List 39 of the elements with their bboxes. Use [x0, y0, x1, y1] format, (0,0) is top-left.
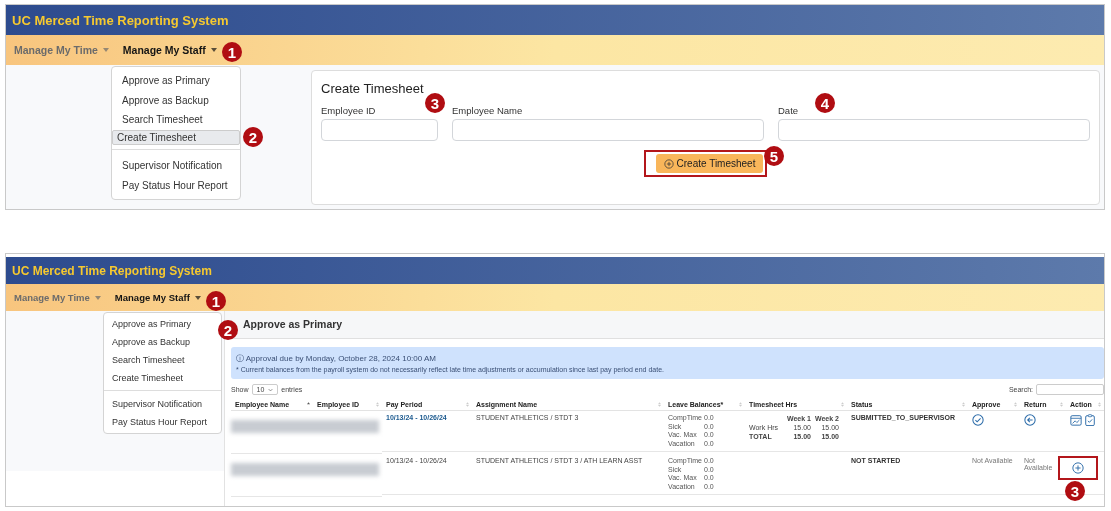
- menu-item[interactable]: Create Timesheet: [112, 129, 240, 145]
- menu-item[interactable]: Approve as Primary: [112, 71, 240, 91]
- due-notice: ⓘ Approval due by Monday, October 28, 2024 10:00 AM: [236, 353, 437, 364]
- chart-icon[interactable]: [1070, 414, 1082, 426]
- input-field[interactable]: [321, 119, 438, 141]
- clipboard-check-icon[interactable]: [1084, 414, 1096, 426]
- plus-circle-icon[interactable]: [1072, 462, 1084, 474]
- form-title: Create Timesheet: [321, 81, 425, 96]
- check-circle-icon[interactable]: [972, 414, 984, 426]
- caret-icon: [210, 48, 217, 52]
- menu-item[interactable]: Approve as Backup: [104, 333, 221, 351]
- plus-circle-icon: [663, 158, 674, 169]
- menu-item[interactable]: Search Timesheet: [112, 110, 240, 130]
- search-field[interactable]: [1036, 384, 1104, 395]
- menu-item[interactable]: Search Timesheet: [104, 351, 221, 369]
- field-label: Employee ID: [321, 105, 377, 116]
- menu-item[interactable]: Create Timesheet: [104, 369, 221, 387]
- input-field[interactable]: [778, 119, 1090, 141]
- menu-item[interactable]: Approve as Primary: [104, 315, 221, 333]
- nav-menu[interactable]: Manage My Staff: [122, 44, 217, 56]
- menu-item[interactable]: Supervisor Notification: [112, 156, 240, 176]
- field-label: Employee Name: [452, 105, 524, 116]
- caret-icon: [194, 295, 201, 300]
- field-label: Date: [778, 105, 800, 116]
- caret-icon: [94, 295, 101, 300]
- input-field[interactable]: [452, 119, 764, 141]
- caret-icon: [102, 48, 109, 52]
- sort-icon: [307, 402, 310, 407]
- app-title: UC Merced Time Reporting System: [12, 263, 212, 278]
- chevron-icon: [268, 387, 274, 392]
- back-arrow-icon[interactable]: [1024, 414, 1036, 426]
- menu-item[interactable]: Pay Status Hour Report: [112, 175, 240, 195]
- nav-menu[interactable]: Manage My Staff: [114, 292, 201, 303]
- menu-item[interactable]: Approve as Backup: [112, 90, 240, 110]
- nav-menu[interactable]: Manage My Time: [14, 292, 101, 303]
- app-title: UC Merced Time Reporting System: [12, 12, 229, 28]
- menu-item[interactable]: Pay Status Hour Report: [104, 413, 221, 431]
- menu-item[interactable]: Supervisor Notification: [104, 395, 221, 413]
- create-button[interactable]: Create Timesheet: [655, 154, 764, 173]
